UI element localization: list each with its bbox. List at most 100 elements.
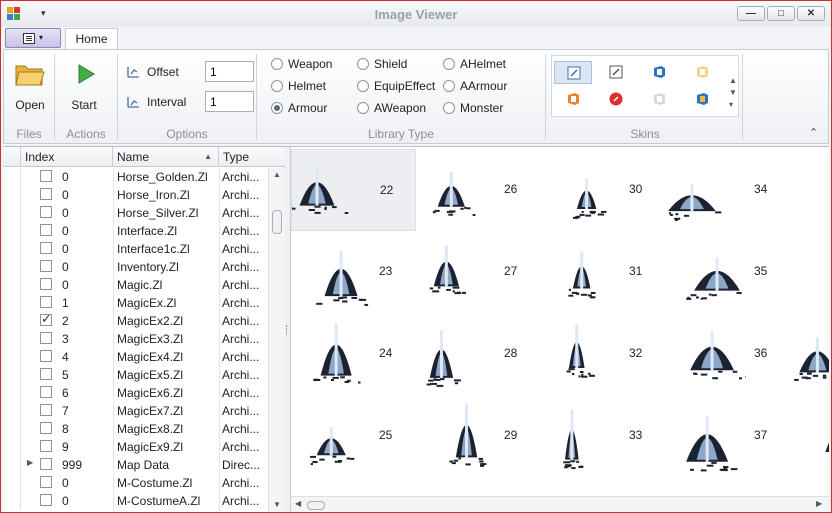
image-thumbnail[interactable]: 31 (541, 231, 666, 313)
table-row[interactable]: 0 M-CostumeA.Zl Archi... (3, 492, 269, 510)
offset-input[interactable] (205, 61, 254, 82)
scroll-up-icon[interactable]: ▲ (273, 170, 281, 179)
table-row[interactable]: 5 MagicEx5.Zl Archi... (3, 366, 269, 384)
image-thumbnail[interactable]: 29 (416, 395, 541, 477)
image-thumbnail[interactable]: 32 (541, 313, 666, 395)
row-checkbox[interactable] (40, 206, 52, 218)
row-gutter (3, 348, 21, 366)
skin-item-7[interactable] (640, 88, 678, 111)
row-checkbox[interactable] (40, 188, 52, 200)
grid-vertical-scrollbar[interactable]: ▲ ▼ (268, 168, 285, 512)
close-button[interactable]: ✕ (797, 6, 825, 21)
table-row[interactable]: 0 Magic.Zl Archi... (3, 276, 269, 294)
row-checkbox[interactable] (40, 242, 52, 254)
row-checkbox[interactable] (40, 494, 52, 506)
cell-type: Archi... (222, 278, 260, 292)
ribbon-tab-row: ▾ Home (1, 27, 831, 51)
cell-index: 0 (62, 476, 69, 490)
table-row[interactable]: 8 MagicEx8.Zl Archi... (3, 420, 269, 438)
interval-input[interactable] (205, 91, 254, 112)
image-thumbnail[interactable]: 34 (660, 149, 791, 231)
skin-item-5[interactable] (554, 88, 592, 111)
column-header-name[interactable]: Name ▲ (113, 147, 219, 167)
image-thumbnail[interactable]: 28 (416, 313, 541, 395)
table-row[interactable]: 4 MagicEx4.Zl Archi... (3, 348, 269, 366)
row-checkbox[interactable] (40, 386, 52, 398)
row-checkbox[interactable] (40, 422, 52, 434)
minimize-button[interactable]: — (737, 6, 765, 21)
skin-item-4[interactable] (683, 61, 721, 84)
expand-arrow-icon[interactable]: ▶ (27, 458, 33, 467)
scrollbar-thumb[interactable] (307, 501, 325, 510)
image-thumbnail-partial[interactable] (791, 313, 829, 395)
sprite-image (791, 395, 829, 478)
tab-home[interactable]: Home (65, 28, 118, 51)
cell-type: Archi... (222, 260, 260, 274)
scroll-left-icon[interactable]: ◀ (295, 499, 301, 508)
image-thumbnail[interactable]: 24 (291, 313, 416, 395)
row-checkbox[interactable] (40, 350, 52, 362)
table-row[interactable]: 7 MagicEx7.Zl Archi... (3, 402, 269, 420)
table-row[interactable]: ▶ 999 Map Data Direc... (3, 456, 269, 474)
image-thumbnail[interactable]: 36 (666, 313, 791, 395)
image-thumbnail[interactable]: 23 (291, 231, 416, 313)
table-row[interactable]: 3 MagicEx3.Zl Archi... (3, 330, 269, 348)
row-checkbox[interactable] (40, 170, 52, 182)
image-viewer-panel: ◀ ▶ 22 23 24 25 26 27 28 29 30 31 32 33 34 35 36 37 (290, 147, 829, 512)
row-checkbox[interactable] (40, 278, 52, 290)
row-checkbox[interactable] (40, 404, 52, 416)
gallery-expand-icon[interactable]: ▾ (729, 100, 733, 109)
scroll-right-icon[interactable]: ▶ (816, 499, 822, 508)
image-thumbnail[interactable]: 37 (666, 395, 791, 477)
row-checkbox[interactable] (40, 476, 52, 488)
row-checkbox[interactable] (40, 440, 52, 452)
application-menu-button[interactable]: ▾ (5, 28, 61, 48)
row-checkbox[interactable] (40, 260, 52, 272)
start-button[interactable]: Start (62, 56, 106, 114)
scroll-down-icon[interactable]: ▼ (273, 500, 281, 509)
collapse-ribbon-icon[interactable]: ⌃ (809, 126, 818, 139)
image-thumbnail[interactable]: 33 (541, 395, 666, 477)
table-row[interactable]: 0 Horse_Silver.Zl Archi... (3, 204, 269, 222)
skin-item-3[interactable] (640, 61, 678, 84)
image-thumbnail[interactable]: 26 (416, 149, 541, 231)
scrollbar-thumb[interactable] (272, 210, 282, 234)
skin-item-2[interactable] (597, 61, 635, 84)
table-row[interactable]: 0 Horse_Golden.Zl Archi... (3, 168, 269, 186)
table-row[interactable]: 6 MagicEx6.Zl Archi... (3, 384, 269, 402)
row-gutter (3, 312, 21, 330)
open-button[interactable]: Open (8, 56, 52, 114)
row-checkbox[interactable] (40, 332, 52, 344)
row-checkbox[interactable] (40, 296, 52, 308)
image-thumbnail[interactable]: 35 (666, 231, 791, 313)
row-checkbox[interactable] (40, 458, 52, 470)
gallery-scroll-down-icon[interactable]: ▼ (729, 88, 737, 97)
column-header-type[interactable]: Type (219, 147, 265, 167)
row-checkbox[interactable] (40, 224, 52, 236)
cell-name: Horse_Silver.Zl (117, 206, 199, 220)
table-row[interactable]: 0 Horse_Iron.Zl Archi... (3, 186, 269, 204)
skin-item-6[interactable] (597, 88, 635, 111)
table-row[interactable]: 2 MagicEx2.Zl Archi... (3, 311, 269, 330)
cell-name: MagicEx5.Zl (117, 368, 184, 382)
skin-item-8[interactable] (683, 88, 721, 111)
maximize-button[interactable]: □ (767, 6, 795, 21)
row-checkbox[interactable] (40, 368, 52, 380)
viewer-horizontal-scrollbar[interactable]: ◀ ▶ (291, 496, 829, 512)
radio-monster-label: Monster (460, 101, 504, 115)
image-thumbnail[interactable]: 30 (541, 149, 666, 231)
gallery-scroll-up-icon[interactable]: ▲ (729, 76, 737, 85)
image-thumbnail[interactable]: 27 (416, 231, 541, 313)
skin-item-1[interactable] (554, 61, 592, 84)
table-row[interactable]: 0 Inventory.Zl Archi... (3, 258, 269, 276)
image-thumbnail[interactable]: 25 (291, 395, 416, 477)
table-row[interactable]: 0 M-Costume.Zl Archi... (3, 474, 269, 492)
table-row[interactable]: 1 MagicEx.Zl Archi... (3, 294, 269, 312)
image-thumbnail[interactable]: 22 (291, 149, 416, 231)
row-checkbox[interactable] (40, 311, 52, 327)
image-thumbnail-partial[interactable] (791, 395, 829, 477)
column-header-index[interactable]: Index (21, 147, 113, 167)
table-row[interactable]: 0 Interface1c.Zl Archi... (3, 240, 269, 258)
table-row[interactable]: 0 Interface.Zl Archi... (3, 222, 269, 240)
table-row[interactable]: 9 MagicEx9.Zl Archi... (3, 438, 269, 456)
